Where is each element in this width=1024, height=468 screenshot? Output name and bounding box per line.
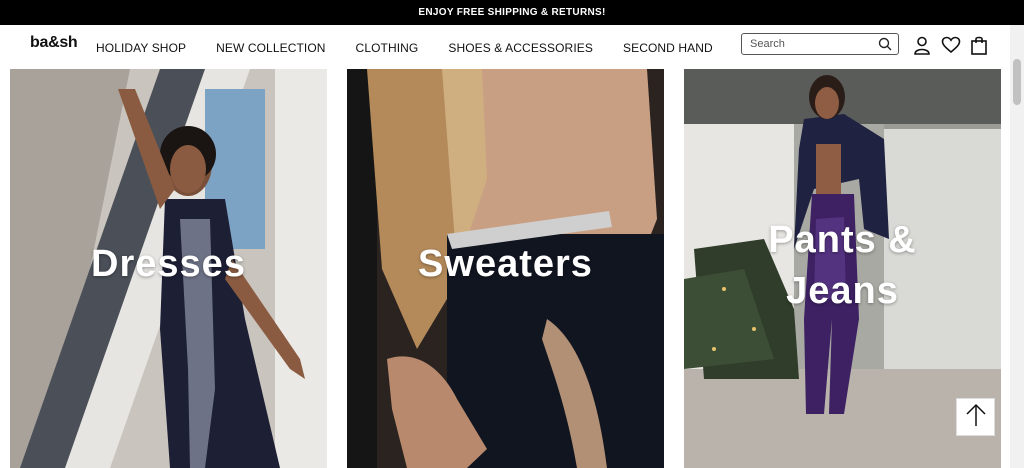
search-input[interactable] xyxy=(748,37,872,51)
nav-clothing[interactable]: CLOTHING xyxy=(356,41,419,55)
page-scrollbar[interactable] xyxy=(1010,25,1024,468)
shopping-bag-icon[interactable] xyxy=(969,35,989,55)
promo-text: ENJOY FREE SHIPPING & RETURNS! xyxy=(418,7,606,18)
brand-logo[interactable]: ba&sh xyxy=(30,34,78,52)
search-icon[interactable] xyxy=(878,37,892,56)
nav-shoes-accessories[interactable]: SHOES & ACCESSORIES xyxy=(448,41,593,55)
tile-label-line-1: Pants & xyxy=(768,219,917,261)
site-header: ba&sh HOLIDAY SHOP NEW COLLECTION CLOTHI… xyxy=(0,25,1010,68)
nav-new-collection[interactable]: NEW COLLECTION xyxy=(216,41,325,55)
back-to-top-button[interactable] xyxy=(956,398,995,436)
nav-holiday-shop[interactable]: HOLIDAY SHOP xyxy=(96,41,186,55)
nav-second-hand[interactable]: SECOND HAND xyxy=(623,41,713,55)
wishlist-heart-icon[interactable] xyxy=(941,35,961,55)
tile-label-sweaters: Sweaters xyxy=(418,243,593,285)
promo-banner: ENJOY FREE SHIPPING & RETURNS! xyxy=(0,0,1024,25)
tile-label-dresses: Dresses xyxy=(91,243,246,285)
account-icon[interactable] xyxy=(912,35,932,55)
tile-label-line-2: Jeans xyxy=(786,270,899,313)
arrow-up-icon xyxy=(965,402,987,433)
scrollbar-thumb[interactable] xyxy=(1013,59,1021,105)
tile-label-pants-jeans: Pants & Jeans xyxy=(684,215,1001,318)
category-tile-sweaters[interactable]: Sweaters xyxy=(347,69,664,468)
category-tile-dresses[interactable]: Dresses xyxy=(10,69,327,468)
search-box xyxy=(741,33,899,55)
main-nav: HOLIDAY SHOP NEW COLLECTION CLOTHING SHO… xyxy=(96,41,743,55)
category-tile-pants-jeans[interactable]: Pants & Jeans xyxy=(684,69,1001,468)
